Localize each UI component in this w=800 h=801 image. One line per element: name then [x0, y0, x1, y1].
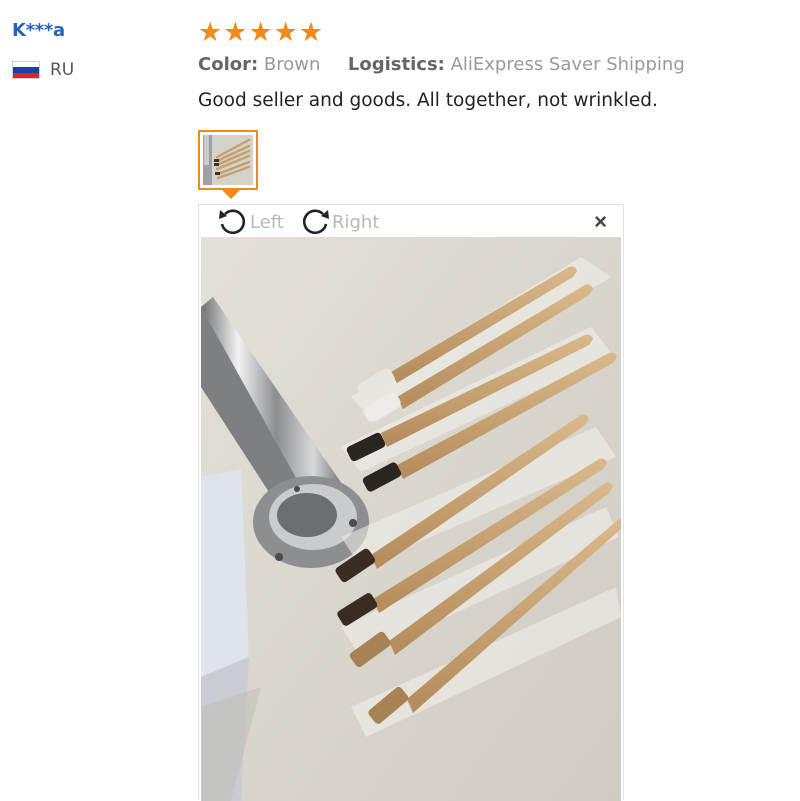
color-label: Color:	[198, 54, 259, 75]
star-icon: ★	[223, 17, 248, 47]
close-viewer-button[interactable]: ×	[594, 211, 607, 233]
star-icon: ★	[273, 17, 298, 47]
star-icon: ★	[298, 17, 324, 47]
photo-viewer: Left Right ×	[198, 204, 624, 801]
russia-flag-icon	[12, 61, 40, 79]
rotate-right-button[interactable]: Right	[299, 207, 379, 237]
flag-stripe	[13, 72, 39, 78]
color-value: Brown	[263, 54, 321, 75]
buyer-name: K***a	[12, 20, 65, 41]
logistics-value: AliExpress Saver Shipping	[450, 54, 685, 75]
thumbnail-graphic	[203, 135, 253, 185]
toothbrush-photo	[201, 237, 621, 801]
review-text: Good seller and goods. All together, not…	[198, 90, 658, 111]
star-icon: ★	[198, 17, 223, 47]
review-photo	[201, 237, 621, 801]
rotate-right-label: Right	[332, 211, 380, 233]
viewer-toolbar: Left Right ×	[199, 205, 623, 237]
logistics-label: Logistics:	[347, 54, 445, 75]
star-rating: ★ ★ ★ ★ ★	[198, 18, 324, 46]
rotate-right-icon	[302, 209, 329, 235]
buyer-country: RU	[12, 60, 74, 80]
country-code: RU	[50, 60, 75, 80]
thumbnail-image	[203, 135, 253, 185]
rotate-left-label: Left	[250, 211, 284, 233]
review-photo-thumbnail[interactable]	[198, 130, 258, 190]
rotate-left-icon	[219, 209, 246, 235]
order-meta: Color: Brown Logistics: AliExpress Saver…	[198, 54, 685, 75]
rotate-left-button[interactable]: Left	[217, 207, 284, 237]
star-icon: ★	[248, 17, 273, 47]
thumbnail-pointer	[222, 190, 240, 199]
